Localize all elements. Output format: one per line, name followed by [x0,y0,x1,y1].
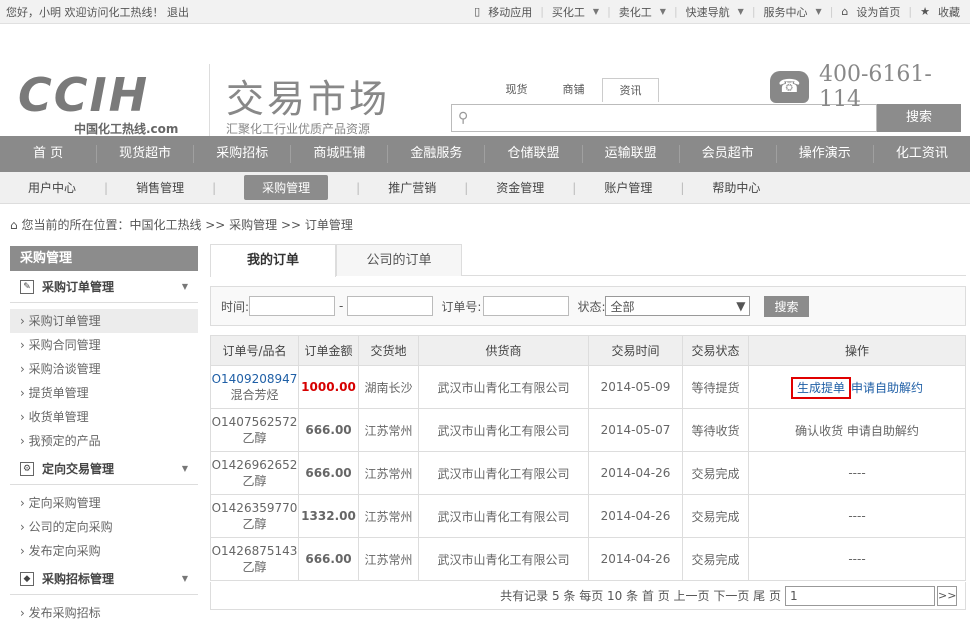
sidebar-item-publish-directed[interactable]: › 发布定向采购 [10,539,198,563]
end-date-input[interactable] [347,296,434,316]
divider [209,64,210,142]
pagination-text: 共有记录 5 条 每页 10 条 首 页 上一页 下一页 尾 页 [500,589,781,603]
tab-shop[interactable]: 商铺 [545,78,602,102]
subnav-account[interactable]: 账户管理 [604,179,652,196]
market-subtitle: 汇聚化工行业优质产品资源 [226,122,371,136]
chevron-down-icon: ▼ [181,281,188,291]
hotline: ☎ 400-6161-114 [770,62,970,112]
chevron-down-icon: ▼ [181,463,188,473]
page-input[interactable]: 1 [785,585,935,606]
table-row: O1426359770 乙醇 1332.00 江苏常州 武汉市山青化工有限公司 2… [210,494,966,538]
chevron-down-icon: ▼ [592,7,600,16]
sell-menu[interactable]: 卖化工 [619,4,652,20]
cancel-request-link[interactable]: 申请自助解约 [851,381,923,395]
tab-company-orders[interactable]: 公司的订单 [336,244,462,276]
edit-icon: ✎ [20,279,34,294]
breadcrumb: ⌂ 您当前的所在位置：中国化工热线 >> 采购管理 >> 订单管理 [10,218,353,232]
sidebar-group-orders[interactable]: ✎ 采购订单管理 ▼ [10,271,198,303]
subnav-purchase[interactable]: 采购管理 [244,175,329,200]
site-logo[interactable]: CCIH 中国化工热线.com [14,68,194,138]
phone-icon: ☎ [770,71,809,103]
generate-bill-link[interactable]: 生成提单 [790,376,851,399]
cancel-request-link[interactable]: 申请自助解约 [847,424,919,438]
order-id-link[interactable]: O1409208947 [212,372,298,386]
sidebar: 采购管理 ✎ 采购订单管理 ▼ › 采购订单管理 › 采购合同管理 › 采购洽谈管理… [10,246,198,625]
hotline-number: 400-6161-114 [819,62,932,112]
sidebar-item-orders[interactable]: › 采购订单管理 [10,309,198,333]
order-number-input[interactable] [483,296,570,316]
status-select[interactable]: 全部 ▼ [605,296,751,316]
nav-tender[interactable]: 采购招标 [194,145,292,163]
logout-link[interactable]: 退出 [167,6,189,19]
subnav-funds[interactable]: 资金管理 [496,179,544,196]
tag-icon: ◆ [20,571,34,586]
top-bar: 您好，小明 欢迎访问化工热线！ 退出 ▯ 移动应用 | 买化工 ▼ | 卖化工 ▼ | 快速… [0,0,970,24]
table-row: O1426875143 乙醇 666.00 江苏常州 武汉市山青化工有限公司 20… [210,537,966,581]
mobile-link[interactable]: 移动应用 [488,4,532,20]
header: CCIH 中国化工热线.com 交易市场 汇聚化工行业优质产品资源 现货 商铺 … [0,24,970,142]
sidebar-item-publish-tender[interactable]: › 发布采购招标 [10,601,198,625]
sidebar-item-contracts[interactable]: › 采购合同管理 [10,333,198,357]
chevron-down-icon: ▼ [659,7,666,16]
set-home-link[interactable]: 设为首页 [856,4,900,20]
buy-menu[interactable]: 买化工 [552,4,585,20]
nav-news[interactable]: 化工资讯 [874,145,970,163]
table-row: O1407562572 乙醇 666.00 江苏常州 武汉市山青化工有限公司 20… [210,408,966,452]
order-tabs: 我的订单 公司的订单 [210,244,966,277]
mobile-icon: ▯ [474,5,481,18]
sidebar-item-reserved[interactable]: › 我预定的产品 [10,429,198,453]
tab-my-orders[interactable]: 我的订单 [210,244,336,277]
table-row: O1409208947 混合芳烃 1000.00 湖南长沙 武汉市山青化工有限公司… [210,365,966,409]
home-icon: ⌂ [10,218,22,232]
nav-shops[interactable]: 商城旺铺 [291,145,389,163]
chevron-down-icon: ▼ [736,299,746,313]
search-icon: ⚲ [458,110,469,126]
greeting-area: 您好，小明 欢迎访问化工热线！ 退出 [6,4,189,20]
chevron-down-icon: ▼ [815,7,822,16]
search-tabs: 现货 商铺 资讯 [488,78,659,102]
nav-demo[interactable]: 操作演示 [777,145,874,163]
subnav-help[interactable]: 帮助中心 [712,179,760,196]
main-nav: 首 页 现货超市 采购招标 商城旺铺 金融服务 仓储联盟 运输联盟 会员超市 操… [0,136,970,172]
nav-finance[interactable]: 金融服务 [388,145,486,163]
subnav-promotion[interactable]: 推广营销 [388,179,436,196]
sidebar-item-receipt[interactable]: › 收货单管理 [10,405,198,429]
star-icon: ★ [920,5,930,18]
market-title: 交易市场 [226,77,391,121]
nav-spot-market[interactable]: 现货超市 [97,145,195,163]
nav-member[interactable]: 会员超市 [680,145,777,163]
table-row: O1426962652 乙醇 666.00 江苏常州 武汉市山青化工有限公司 20… [210,451,966,495]
nav-storage[interactable]: 仓储联盟 [485,145,583,163]
home-icon: ⌂ [841,5,849,18]
chevron-down-icon: ▼ [181,573,188,583]
go-button[interactable]: >> [937,585,957,606]
sidebar-item-negotiation[interactable]: › 采购洽谈管理 [10,357,198,381]
sidebar-item-company-directed[interactable]: › 公司的定向采购 [10,515,198,539]
table-header-row: 订单号/品名 订单金额 交货地 供货商 交易时间 交易状态 操作 [210,335,966,366]
orders-table: 订单号/品名 订单金额 交货地 供货商 交易时间 交易状态 操作 O140920… [210,335,966,581]
greeting-text: 您好，小明 欢迎访问化工热线！ [6,5,164,19]
favorite-link[interactable]: 收藏 [938,4,960,20]
sidebar-title: 采购管理 [10,246,198,271]
confirm-receipt-link[interactable]: 确认收货 [795,424,843,438]
quicknav-menu[interactable]: 快速导航 [686,4,730,20]
chevron-down-icon: ▼ [737,7,744,16]
service-menu[interactable]: 服务中心 [764,4,808,20]
nav-home[interactable]: 首 页 [0,145,98,163]
filter-bar: 时间: - 订单号: 状态: 全部 ▼ 搜索 [210,286,966,326]
sidebar-group-tender[interactable]: ◆ 采购招标管理 ▼ [10,563,198,595]
sidebar-group-directed[interactable]: ⚙ 定向交易管理 ▼ [10,453,198,485]
sidebar-item-pickup[interactable]: › 提货单管理 [10,381,198,405]
subnav-sales[interactable]: 销售管理 [136,179,184,196]
start-date-input[interactable] [249,296,336,316]
subnav-user-center[interactable]: 用户中心 [28,179,76,196]
sub-nav: 用户中心 | 销售管理 | 采购管理 | 推广营销 | 资金管理 | 账户管理 | 帮助中心 [0,172,970,204]
pagination: 共有记录 5 条 每页 10 条 首 页 上一页 下一页 尾 页 1 >> [210,582,966,610]
gear-icon: ⚙ [20,461,34,476]
sidebar-item-directed-manage[interactable]: › 定向采购管理 [10,491,198,515]
nav-transport[interactable]: 运输联盟 [583,145,680,163]
tab-news[interactable]: 资讯 [602,78,659,102]
tab-spot[interactable]: 现货 [488,78,545,102]
filter-search-button[interactable]: 搜索 [764,295,809,317]
